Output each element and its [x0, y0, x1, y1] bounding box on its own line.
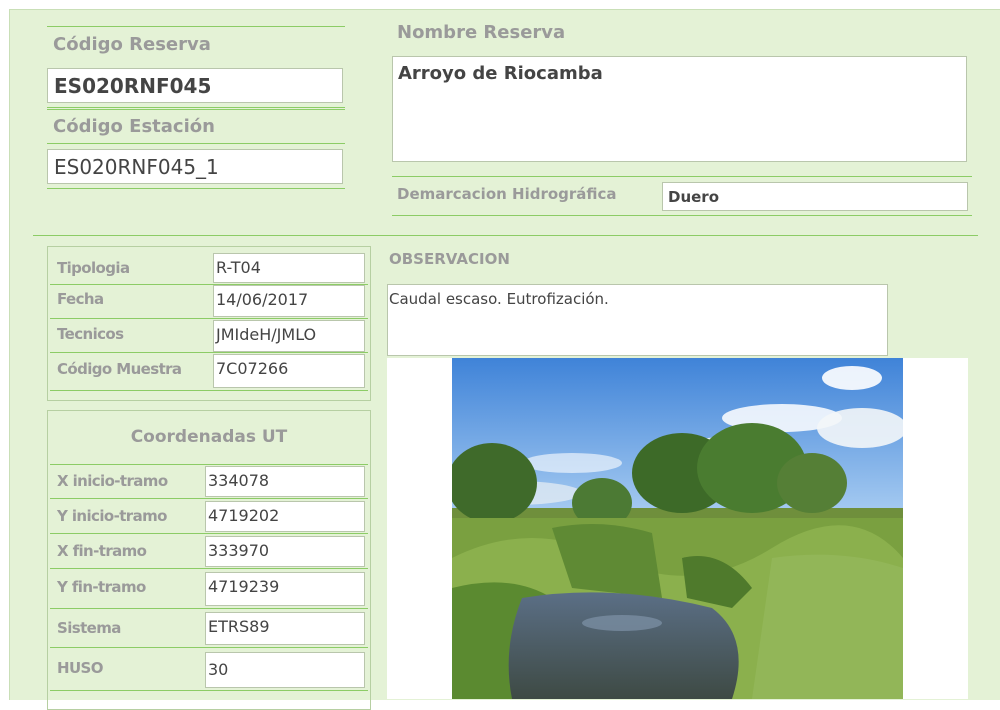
codigo-estacion-field: ES020RNF045_1	[47, 149, 343, 184]
divider	[47, 107, 345, 108]
observacion-label: OBSERVACION	[389, 250, 510, 268]
nombre-reserva-label: Nombre Reserva	[397, 22, 566, 43]
fecha-label: Fecha	[57, 290, 104, 308]
tipologia-label: Tipologia	[57, 259, 130, 277]
huso-label: HUSO	[57, 659, 103, 677]
divider	[392, 176, 972, 177]
x-inicio-label: X inicio-tramo	[57, 472, 168, 490]
coordinates-table: Coordenadas UT X inicio-tramo 334078 Y i…	[47, 410, 371, 710]
stream-photo	[452, 358, 903, 699]
x-fin-label: X fin-tramo	[57, 542, 147, 560]
y-fin-value: 4719239	[205, 572, 365, 606]
sistema-label: Sistema	[57, 619, 121, 637]
tecnicos-label: Tecnicos	[57, 325, 124, 343]
y-inicio-value: 4719202	[205, 501, 365, 532]
tipologia-value: R-T04	[213, 253, 365, 283]
divider	[47, 188, 345, 189]
tecnicos-value: JMIdeH/JMLO	[213, 320, 365, 352]
nombre-reserva-field: Arroyo de Riocamba	[392, 56, 967, 162]
x-inicio-value: 334078	[205, 466, 365, 497]
divider	[47, 26, 345, 27]
divider	[47, 109, 345, 110]
huso-value: 30	[205, 652, 365, 688]
fecha-value: 14/06/2017	[213, 285, 365, 317]
codigo-muestra-label: Código Muestra	[57, 360, 182, 378]
info-table: Tipologia R-T04 Fecha 14/06/2017 Tecnico…	[47, 246, 371, 401]
demarcacion-label: Demarcacion Hidrográfica	[397, 185, 617, 203]
x-fin-value: 333970	[205, 536, 365, 567]
sistema-value: ETRS89	[205, 612, 365, 645]
divider	[47, 143, 345, 144]
y-inicio-label: Y inicio-tramo	[57, 507, 167, 525]
codigo-estacion-label: Código Estación	[53, 116, 215, 137]
section-divider	[33, 235, 978, 236]
coordinates-title: Coordenadas UT	[130, 427, 288, 447]
demarcacion-field: Duero	[662, 182, 968, 211]
observacion-field: Caudal escaso. Eutrofización.	[387, 284, 888, 356]
divider	[392, 215, 972, 216]
codigo-muestra-value: 7C07266	[213, 354, 365, 388]
y-fin-label: Y fin-tramo	[57, 578, 146, 596]
codigo-reserva-label: Código Reserva	[53, 34, 211, 55]
codigo-reserva-field: ES020RNF045	[47, 68, 343, 103]
